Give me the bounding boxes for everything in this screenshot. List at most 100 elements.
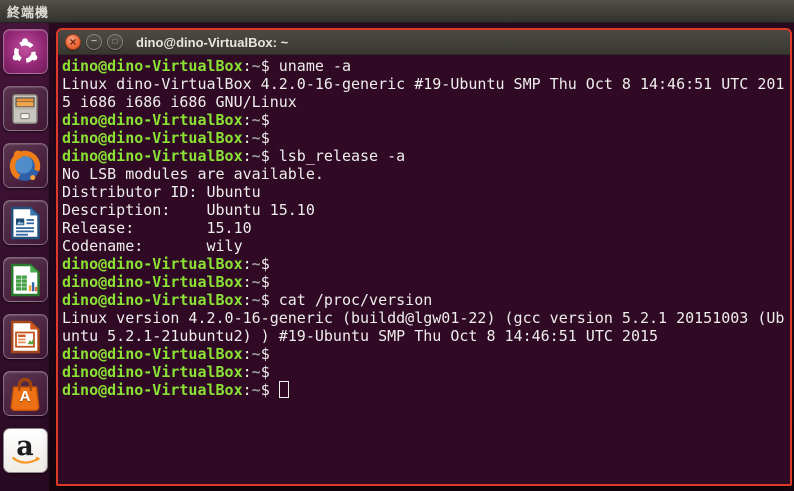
terminal-text: ~ (251, 147, 261, 165)
libreoffice-impress-icon (11, 320, 40, 353)
terminal-text: $ (260, 147, 279, 165)
terminal-text: Description: Ubuntu 15.10 (62, 201, 315, 219)
terminal-text: Linux dino-VirtualBox 4.2.0-16-generic #… (62, 75, 785, 93)
terminal-text: : (242, 345, 252, 363)
terminal-cursor (278, 381, 289, 398)
minimize-icon: − (91, 36, 97, 47)
terminal-text: $ (260, 345, 279, 363)
terminal-text: lsb_release -a (278, 147, 406, 165)
terminal-text: $ (260, 381, 279, 399)
terminal-text: uname -a (278, 57, 351, 75)
terminal-content[interactable]: dino@dino-VirtualBox:~$ uname -a Linux di… (58, 55, 790, 484)
terminal-text: : (242, 255, 252, 273)
terminal-text: Linux version 4.2.0-16-generic (buildd@l… (62, 309, 785, 327)
terminal-text: ~ (251, 129, 261, 147)
launcher-item-libreoffice-impress[interactable] (2, 314, 48, 359)
terminal-line: dino@dino-VirtualBox:~$ (62, 345, 790, 363)
firefox-icon (9, 149, 41, 181)
terminal-text: $ (260, 129, 279, 147)
libreoffice-calc-icon (11, 263, 40, 296)
terminal-line: 5 i686 i686 i686 GNU/Linux (62, 93, 790, 111)
terminal-line: dino@dino-VirtualBox:~$ (62, 363, 790, 381)
terminal-line: dino@dino-VirtualBox:~$ uname -a (62, 57, 790, 75)
terminal-line: dino@dino-VirtualBox:~$ (62, 255, 790, 273)
terminal-line: dino@dino-VirtualBox:~$ (62, 111, 790, 129)
close-button[interactable]: × (65, 34, 81, 50)
terminal-text: 5 i686 i686 i686 GNU/Linux (62, 93, 297, 111)
terminal-line: No LSB modules are available. (62, 165, 790, 183)
window-titlebar[interactable]: × − □ dino@dino-VirtualBox: ~ (58, 30, 790, 55)
terminal-text: $ (260, 57, 279, 75)
terminal-line: Distributor ID: Ubuntu (62, 183, 790, 201)
terminal-text: ~ (251, 291, 261, 309)
amazon-smile-icon (11, 456, 40, 464)
terminal-text: ~ (251, 57, 261, 75)
maximize-button[interactable]: □ (107, 34, 123, 50)
terminal-text: dino@dino-VirtualBox (62, 57, 243, 75)
terminal-line: Description: Ubuntu 15.10 (62, 201, 790, 219)
terminal-text: ~ (251, 255, 261, 273)
active-app-title: 終端機 (7, 4, 50, 20)
launcher-item-firefox[interactable] (2, 143, 48, 188)
top-panel: 終端機 (0, 0, 794, 23)
terminal-line: dino@dino-VirtualBox:~$ lsb_release -a (62, 147, 790, 165)
launcher-item-libreoffice-writer[interactable] (2, 200, 48, 245)
terminal-text: $ (260, 291, 279, 309)
terminal-text: dino@dino-VirtualBox (62, 129, 243, 147)
ubuntu-software-letter: A (19, 388, 31, 405)
terminal-text: ~ (251, 273, 261, 291)
terminal-text: No LSB modules are available. (62, 165, 324, 183)
terminal-line: Linux version 4.2.0-16-generic (buildd@l… (62, 309, 790, 327)
terminal-text: dino@dino-VirtualBox (62, 255, 243, 273)
ubuntu-logo-icon (12, 37, 38, 63)
terminal-text: dino@dino-VirtualBox (62, 345, 243, 363)
terminal-text: untu 5.2.1-21ubuntu2) ) #19-Ubuntu SMP T… (62, 327, 659, 345)
terminal-text: $ (260, 111, 279, 129)
terminal-line: Linux dino-VirtualBox 4.2.0-16-generic #… (62, 75, 790, 93)
terminal-text: dino@dino-VirtualBox (62, 111, 243, 129)
launcher-item-amazon[interactable]: a (2, 428, 48, 473)
terminal-text: $ (260, 255, 279, 273)
terminal-text: $ (260, 273, 279, 291)
terminal-text: cat /proc/version (278, 291, 433, 309)
launcher-item-file-manager[interactable] (2, 86, 48, 131)
terminal-text: dino@dino-VirtualBox (62, 273, 243, 291)
terminal-text: Codename: wily (62, 237, 243, 255)
terminal-text: : (242, 147, 252, 165)
terminal-text: dino@dino-VirtualBox (62, 291, 243, 309)
terminal-text: $ (260, 363, 279, 381)
terminal-text: : (242, 57, 252, 75)
terminal-text: ~ (251, 111, 261, 129)
terminal-text: : (242, 363, 252, 381)
terminal-text: : (242, 291, 252, 309)
terminal-text: Release: 15.10 (62, 219, 252, 237)
terminal-line: dino@dino-VirtualBox:~$ (62, 381, 790, 399)
terminal-window: × − □ dino@dino-VirtualBox: ~ dino@dino-… (56, 28, 792, 486)
terminal-text: dino@dino-VirtualBox (62, 381, 243, 399)
terminal-text: Distributor ID: Ubuntu (62, 183, 261, 201)
terminal-line: Release: 15.10 (62, 219, 790, 237)
terminal-text: : (242, 111, 252, 129)
terminal-line: dino@dino-VirtualBox:~$ (62, 129, 790, 147)
maximize-icon: □ (112, 37, 118, 46)
launcher-item-ubuntu-software[interactable]: A (2, 371, 48, 416)
libreoffice-writer-icon (11, 206, 40, 239)
terminal-text: : (242, 273, 252, 291)
terminal-line: dino@dino-VirtualBox:~$ cat /proc/versio… (62, 291, 790, 309)
terminal-line: dino@dino-VirtualBox:~$ (62, 273, 790, 291)
minimize-button[interactable]: − (86, 34, 102, 50)
terminal-text: ~ (251, 345, 261, 363)
launcher-item-libreoffice-calc[interactable] (2, 257, 48, 302)
terminal-text: dino@dino-VirtualBox (62, 147, 243, 165)
desktop: { "panel": { "title": "終端機" }, "launcher… (0, 0, 794, 491)
terminal-text: : (242, 129, 252, 147)
terminal-line: Codename: wily (62, 237, 790, 255)
terminal-text: dino@dino-VirtualBox (62, 363, 243, 381)
unity-launcher: A a (0, 23, 50, 491)
close-icon: × (69, 34, 77, 49)
terminal-text: : (242, 381, 252, 399)
launcher-item-dash-home[interactable] (2, 29, 48, 74)
file-cabinet-icon (12, 93, 38, 124)
terminal-text: ~ (251, 363, 261, 381)
terminal-line: untu 5.2.1-21ubuntu2) ) #19-Ubuntu SMP T… (62, 327, 790, 345)
